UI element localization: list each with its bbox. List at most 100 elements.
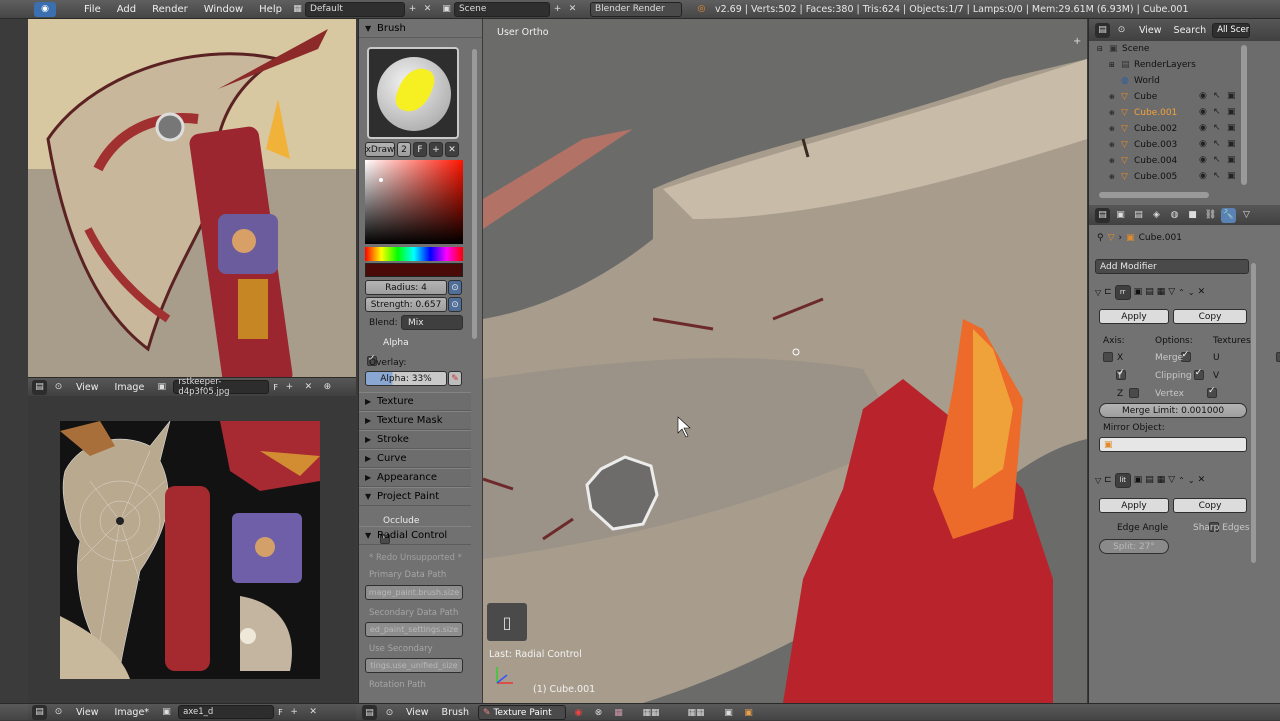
layers-icon-2[interactable]: ▦▦ xyxy=(676,705,716,720)
texture-panel-header[interactable]: ▶ Texture xyxy=(359,392,471,411)
outliner-item-scene[interactable]: ⊟ ▣ Scene xyxy=(1089,41,1239,57)
outliner-vscrollbar[interactable] xyxy=(1241,45,1247,185)
menu-view[interactable]: View xyxy=(402,707,433,718)
layers-icon[interactable]: ▦▦ xyxy=(631,705,671,720)
display-mode-select[interactable]: All Scenes xyxy=(1212,22,1251,38)
move-down-icon[interactable]: ⌄ xyxy=(1188,288,1195,297)
select-arrow-icon[interactable]: ↖ xyxy=(1213,139,1227,155)
strength-pressure-icon[interactable]: ⊙ xyxy=(448,297,462,312)
image-fake-user[interactable]: F xyxy=(273,383,278,392)
move-down-icon[interactable]: ⌄ xyxy=(1188,476,1195,485)
overlay-brush-icon[interactable]: ✎ xyxy=(448,371,462,386)
editor-type-icon[interactable]: ▤ xyxy=(1095,207,1110,223)
menu-brush[interactable]: Brush xyxy=(438,707,473,718)
brush-name-field[interactable]: xDraw xyxy=(365,142,395,157)
add-modifier-select[interactable]: Add Modifier xyxy=(1095,259,1249,274)
new-image-icon[interactable]: + xyxy=(287,705,302,720)
add-scene-icon[interactable]: + xyxy=(550,2,565,17)
menu-view[interactable]: View xyxy=(1133,25,1168,36)
image-browse-icon[interactable]: ▣ xyxy=(159,705,174,720)
curve-panel-header[interactable]: ▶ Curve xyxy=(359,449,471,468)
cage-toggle-icon[interactable]: ▽ xyxy=(1168,475,1175,485)
properties-scrollbar[interactable] xyxy=(1251,263,1256,563)
scene-icon[interactable]: ▣ xyxy=(439,2,454,17)
image-name-field[interactable]: axe1_d xyxy=(178,705,275,719)
visibility-eye-icon[interactable]: ◉ xyxy=(1199,155,1213,171)
edgesplit-copy-button[interactable]: Copy xyxy=(1173,498,1247,513)
appearance-panel-header[interactable]: ▶ Appearance xyxy=(359,468,471,487)
reference-image-view[interactable] xyxy=(28,19,356,377)
render-camera-icon[interactable]: ▣ xyxy=(1227,107,1241,123)
strength-slider[interactable]: Strength: 0.657 xyxy=(365,297,447,312)
menu-window[interactable]: Window xyxy=(196,4,251,15)
menu-search[interactable]: Search xyxy=(1172,25,1209,36)
select-arrow-icon[interactable]: ↖ xyxy=(1213,155,1227,171)
texture-mask-panel-header[interactable]: ▶ Texture Mask xyxy=(359,411,471,430)
merge-limit-field[interactable]: Merge Limit: 0.001000 xyxy=(1099,403,1247,418)
overlay-alpha-slider[interactable]: Alpha: 33% xyxy=(365,371,447,386)
object-tab-icon[interactable]: ■ xyxy=(1185,208,1200,223)
remove-layout-icon[interactable]: ✕ xyxy=(420,2,435,17)
split-angle-field[interactable]: Split: 27° xyxy=(1099,539,1169,554)
viewport-shading-icon[interactable]: ◉ xyxy=(571,705,586,720)
menu-add[interactable]: Add xyxy=(109,4,144,15)
image-browse-icon[interactable]: ▣ xyxy=(154,380,169,395)
collapse-menus-icon[interactable]: ⊙ xyxy=(382,705,397,720)
viewport-toggle-icon[interactable]: ▤ xyxy=(1145,287,1154,297)
vertex-checkbox[interactable] xyxy=(1206,386,1217,398)
remove-modifier-icon[interactable]: ✕ xyxy=(1198,475,1206,485)
viewport-corner-icon[interactable]: + xyxy=(1073,36,1081,47)
editmode-toggle-icon[interactable]: ▦ xyxy=(1157,287,1166,297)
modifier-name-field[interactable]: lit xyxy=(1114,472,1131,488)
radial-control-panel-header[interactable]: ▼ Radial Control xyxy=(359,526,471,545)
pin-icon[interactable]: ⚲ xyxy=(1097,233,1104,243)
mirror-copy-button[interactable]: Copy xyxy=(1173,309,1247,324)
unlink-image-icon[interactable]: ✕ xyxy=(301,380,316,395)
render-camera-icon[interactable]: ▣ xyxy=(1227,123,1241,139)
visibility-eye-icon[interactable]: ◉ xyxy=(1199,139,1213,155)
stroke-panel-header[interactable]: ▶ Stroke xyxy=(359,430,471,449)
menu-help[interactable]: Help xyxy=(251,4,290,15)
remove-scene-icon[interactable]: ✕ xyxy=(565,2,580,17)
render-camera-icon[interactable]: ▣ xyxy=(1227,91,1241,107)
menu-view[interactable]: View xyxy=(70,382,105,393)
render-toggle-icon[interactable]: ▣ xyxy=(1134,475,1143,485)
editor-type-icon[interactable]: ▤ xyxy=(1095,22,1110,38)
unlink-image-icon[interactable]: ✕ xyxy=(306,705,321,720)
color-picker-square[interactable] xyxy=(365,160,463,244)
modifiers-tab-icon[interactable]: 🔧 xyxy=(1221,207,1236,223)
visibility-eye-icon[interactable]: ◉ xyxy=(1199,123,1213,139)
outliner-hscrollbar[interactable] xyxy=(1099,192,1209,198)
world-tab-icon[interactable]: ◍ xyxy=(1167,208,1182,223)
data-tab-icon[interactable]: ▽ xyxy=(1239,208,1254,223)
radius-slider[interactable]: Radius: 4 xyxy=(365,280,447,295)
project-paint-panel-header[interactable]: ▼ Project Paint xyxy=(359,487,471,506)
lock-layers-icon[interactable]: ▣ xyxy=(721,705,736,720)
texture-u-checkbox[interactable] xyxy=(1276,352,1280,362)
visibility-eye-icon[interactable]: ◉ xyxy=(1199,107,1213,123)
cage-toggle-icon[interactable]: ▽ xyxy=(1168,287,1175,297)
move-up-icon[interactable]: ⌃ xyxy=(1178,476,1185,485)
collapse-menus-icon[interactable]: ⊙ xyxy=(1114,23,1129,38)
scene-field[interactable]: Scene xyxy=(453,1,550,17)
clipping-checkbox[interactable] xyxy=(1193,368,1204,380)
brush-panel-header[interactable]: ▼ Brush xyxy=(359,19,482,38)
add-layout-icon[interactable]: + xyxy=(405,2,420,17)
render-camera-icon[interactable]: ▣ xyxy=(1227,139,1241,155)
menu-view[interactable]: View xyxy=(70,707,105,718)
menu-image[interactable]: Image* xyxy=(109,707,156,718)
editor-type-icon[interactable]: ▤ xyxy=(32,379,47,395)
uv-texture-view[interactable] xyxy=(28,396,356,703)
render-toggle-icon[interactable]: ▣ xyxy=(1134,287,1143,297)
tool-shelf-scrollbar[interactable] xyxy=(472,49,477,339)
collapse-menus-icon[interactable]: ⊙ xyxy=(51,705,66,720)
collapse-menus-icon[interactable]: ⊙ xyxy=(51,380,66,395)
screen-layout-field[interactable]: Default xyxy=(304,1,405,17)
move-up-icon[interactable]: ⌃ xyxy=(1178,288,1185,297)
menu-image[interactable]: Image xyxy=(109,382,151,393)
axis-z-checkbox[interactable] xyxy=(1129,388,1140,398)
renderlayers-tab-icon[interactable]: ▤ xyxy=(1131,208,1146,223)
add-brush-icon[interactable]: + xyxy=(429,142,443,157)
scene-tab-icon[interactable]: ◈ xyxy=(1149,208,1164,223)
expand-arrow-icon[interactable]: ▽ xyxy=(1095,288,1101,297)
